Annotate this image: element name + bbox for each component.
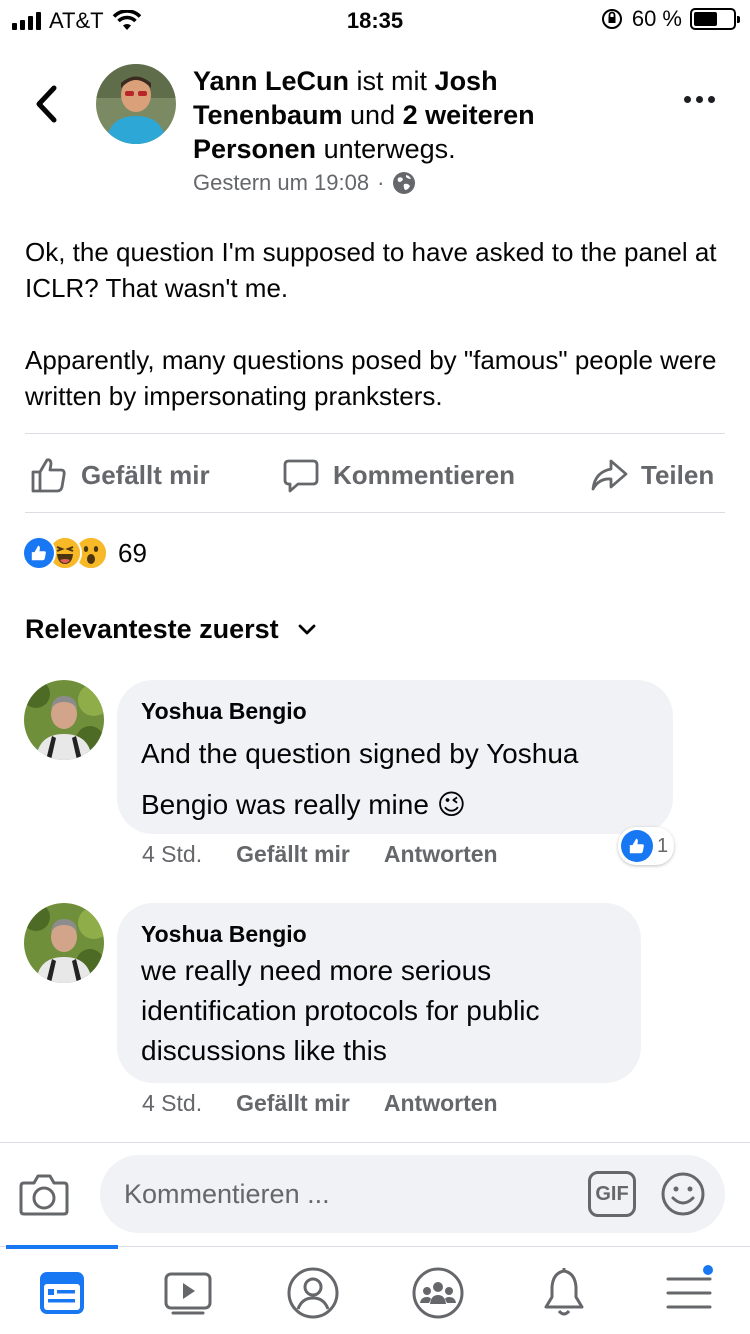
watch-icon [164, 1272, 212, 1315]
comment-input[interactable] [124, 1155, 564, 1233]
post-body: Ok, the question I'm supposed to have as… [25, 234, 725, 414]
share-label: Teilen [641, 459, 715, 490]
divider [25, 512, 725, 513]
comment-time: 4 Std. [142, 1090, 203, 1116]
tab-groups[interactable] [408, 1263, 468, 1323]
back-icon[interactable] [28, 80, 68, 128]
comment-label: Kommentieren [333, 459, 516, 490]
post-actions: Gefällt mir Kommentieren Teilen [25, 440, 725, 510]
header-connector-1: ist mit [356, 66, 428, 96]
post-meta: Gestern um 19:08 · [193, 170, 416, 196]
tab-bar [0, 1245, 750, 1334]
comment-icon [283, 459, 319, 493]
comment-text-group: And the question signed by Yoshua Bengio… [141, 728, 649, 830]
comment-bubble[interactable]: Yoshua Bengio we really need more seriou… [117, 903, 641, 1083]
sort-label: Relevanteste zuerst [25, 614, 279, 644]
globe-icon [393, 172, 416, 194]
gif-button[interactable]: GIF [588, 1171, 636, 1217]
meta-separator: · [377, 170, 385, 195]
more-options-icon[interactable] [684, 96, 715, 103]
author-name[interactable]: Yann LeCun [193, 66, 349, 96]
like-label: Gefällt mir [81, 459, 210, 490]
post-paragraph: Apparently, many questions posed by "fam… [25, 345, 717, 411]
emoji-icon[interactable] [660, 1171, 706, 1217]
comment-bubble[interactable]: Yoshua Bengio And the question signed by… [117, 680, 673, 834]
status-bar: AT&T 18:35 60 % [0, 0, 750, 40]
comment-text: we really need more serious identificati… [141, 955, 540, 1066]
author-avatar[interactable] [96, 64, 176, 144]
like-button[interactable]: Gefällt mir [29, 440, 210, 510]
tab-watch[interactable] [158, 1263, 218, 1323]
comment-like-count: 1 [657, 834, 669, 857]
menu-icon [666, 1277, 712, 1309]
commenter-name[interactable]: Yoshua Bengio [141, 694, 649, 728]
post-timestamp[interactable]: Gestern um 19:08 [193, 170, 369, 196]
thumbs-up-icon [31, 458, 66, 493]
header-suffix: unterwegs. [323, 134, 456, 164]
tab-menu[interactable] [659, 1263, 719, 1323]
news-feed-icon [40, 1272, 84, 1314]
comment-compose-bar: GIF [0, 1142, 750, 1246]
comment-text: And the question signed by Yoshua Bengio… [141, 738, 579, 820]
comment-input-box: GIF [100, 1155, 725, 1233]
comment-like-button[interactable]: Gefällt mir [236, 1090, 350, 1117]
commenter-avatar[interactable] [24, 903, 104, 983]
orientation-lock-icon [601, 9, 622, 29]
chevron-down-icon [298, 624, 316, 634]
share-button[interactable]: Teilen [589, 440, 714, 510]
comment-meta: 4 Std. Gefällt mir Antworten [142, 841, 498, 868]
comment-like-button[interactable]: Gefällt mir [236, 841, 350, 868]
tab-news-feed[interactable] [32, 1263, 92, 1323]
like-reaction-icon [621, 830, 653, 862]
wink-emoji: 😉 [436, 789, 466, 820]
comment-sort-dropdown[interactable]: Relevanteste zuerst [25, 614, 317, 645]
header-connector-2: und [350, 100, 396, 130]
comment-time: 4 Std. [142, 841, 203, 867]
divider [25, 433, 725, 434]
battery-icon [690, 8, 740, 30]
profile-icon [287, 1267, 339, 1319]
battery-percent: 60 % [631, 6, 682, 31]
commenter-name[interactable]: Yoshua Bengio [141, 917, 617, 951]
commenter-avatar[interactable] [24, 680, 104, 760]
reaction-count: 69 [118, 537, 147, 568]
tab-profile[interactable] [283, 1263, 343, 1323]
comment-reply-button[interactable]: Antworten [384, 841, 498, 868]
groups-icon [412, 1267, 464, 1319]
comment-meta: 4 Std. Gefällt mir Antworten [142, 1090, 498, 1117]
like-reaction-icon [22, 536, 56, 570]
comment-like-badge[interactable]: 1 [618, 827, 675, 865]
active-tab-indicator [6, 1245, 118, 1249]
menu-notification-dot [701, 1263, 715, 1277]
camera-icon[interactable] [18, 1171, 70, 1217]
battery-group: 60 % [600, 6, 740, 32]
post-header: Yann LeCun ist mit Josh Tenenbaum und 2 … [193, 64, 613, 166]
share-icon [591, 459, 628, 491]
comment-button[interactable]: Kommentieren [281, 440, 515, 510]
tab-notifications[interactable] [534, 1263, 594, 1323]
comment-reply-button[interactable]: Antworten [384, 1090, 498, 1117]
post-paragraph: Ok, the question I'm supposed to have as… [25, 237, 717, 303]
reactions-summary[interactable]: 69 [22, 536, 147, 570]
notifications-icon [544, 1268, 584, 1316]
